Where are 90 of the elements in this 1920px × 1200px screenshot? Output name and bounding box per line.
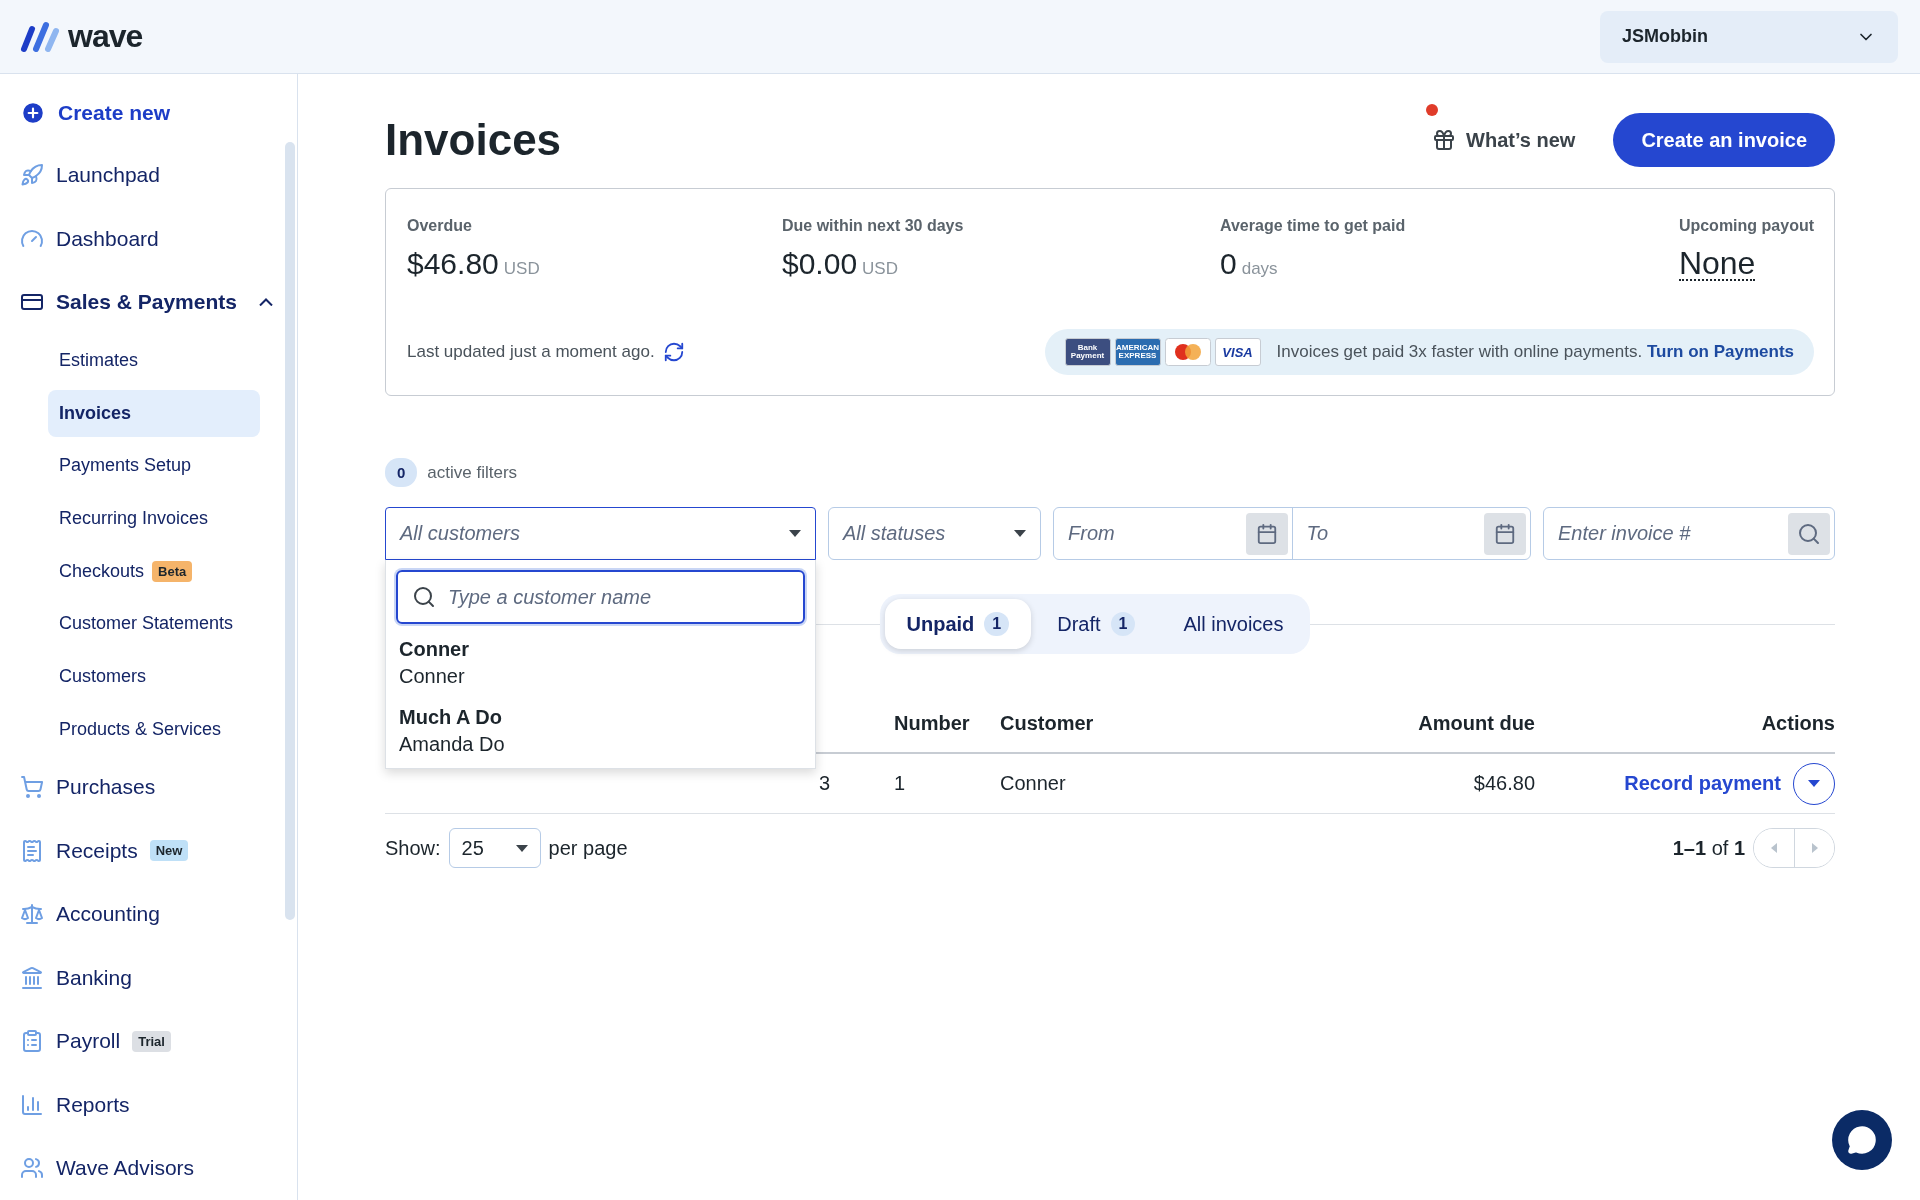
search-icon (412, 585, 436, 609)
nav-icon (20, 1092, 44, 1117)
show-label: Show: (385, 836, 441, 860)
sidebar-item[interactable]: Accounting (20, 882, 297, 946)
status-tab[interactable]: All invoices (1161, 599, 1306, 649)
scrollbar[interactable] (285, 142, 295, 920)
sidebar-subitem[interactable]: Invoices (48, 389, 260, 437)
tab-count: 1 (1110, 612, 1136, 636)
per-page-label: per page (548, 836, 628, 860)
sidebar-item[interactable]: Payroll Trial (20, 1009, 297, 1073)
nav-icon (20, 1029, 44, 1054)
promo-text: Invoices get paid 3x faster with online payments. Turn on Payments (1276, 342, 1794, 362)
stat-value: $46.80 (407, 247, 499, 281)
customer-option[interactable]: Much A Do Amanda Do (396, 692, 805, 760)
gift-icon (1432, 128, 1457, 152)
nav-icon (20, 775, 44, 800)
table-cell-text: $46.80 (1472, 772, 1535, 795)
sidebar-item[interactable]: Banking (20, 945, 297, 1010)
stat-unit: USD (862, 259, 898, 279)
account-menu[interactable]: JSMobbin (1600, 10, 1898, 63)
refresh-icon[interactable] (662, 341, 685, 363)
sidebar-item[interactable]: Launchpad (20, 143, 297, 208)
stat-unit: days (1241, 259, 1278, 279)
stat-label: Average time to get paid (1220, 217, 1407, 235)
nav-badge: New (149, 840, 189, 862)
active-filters-label: active filters (427, 462, 518, 483)
sidebar-item[interactable]: Dashboard (20, 207, 297, 271)
sidebar-subitem[interactable]: Payments Setup (48, 442, 260, 490)
page-title: Invoices (385, 115, 562, 165)
per-page-select[interactable]: 25 (448, 828, 541, 868)
stat-value: $0.00 (782, 247, 858, 281)
column-header: Actions (1760, 711, 1835, 735)
page-range: 1–1 of 1 (1672, 836, 1745, 860)
sidebar-subitem[interactable]: Estimates (48, 337, 260, 384)
status-select[interactable]: All statuses (828, 507, 1041, 560)
nav-icon (20, 902, 44, 927)
sidebar-subitem[interactable]: Customers (48, 653, 260, 700)
column-header: Customer (1000, 711, 1095, 735)
nav-badge: Trial (132, 1030, 171, 1052)
nav-icon (20, 163, 44, 188)
payment-method-badge: Bank Payment (1064, 338, 1111, 366)
payout-value[interactable]: None (1678, 247, 1756, 281)
nav-icon (20, 1156, 44, 1181)
tab-count: 1 (984, 612, 1010, 636)
status-tab[interactable]: Draft 1 (1035, 599, 1158, 649)
table-cell-text: 1 (893, 772, 907, 795)
nav-badge: Beta (152, 560, 193, 582)
sidebar-item[interactable]: Reports (20, 1072, 297, 1137)
sidebar-item[interactable]: Purchases (20, 755, 297, 819)
stat-label: Overdue (407, 217, 473, 235)
nav-icon (20, 838, 44, 863)
sidebar-item[interactable]: Wave Advisors (20, 1136, 297, 1200)
customer-search-field[interactable]: Type a customer name (396, 570, 805, 624)
filter-count: 0 (385, 458, 418, 487)
card-logo-icon (1164, 338, 1211, 366)
caret-icon (789, 530, 801, 537)
search-icon[interactable] (1788, 512, 1830, 555)
caret-icon (1014, 530, 1026, 537)
create-invoice-button[interactable]: Create an invoice (1613, 113, 1835, 167)
stat-label: Due within next 30 days (782, 217, 965, 235)
stat-label: Upcoming payout (1678, 217, 1814, 235)
turn-on-payments-link[interactable]: Turn on Payments (1646, 342, 1794, 361)
sidebar-subitem[interactable]: Recurring Invoices (48, 495, 260, 542)
table-cell-text: Conner (1000, 772, 1067, 795)
sidebar-item[interactable]: Sales & Payments (20, 270, 297, 335)
whats-new-link[interactable]: What’s new (1432, 128, 1576, 152)
table-cell-text: 3 (817, 772, 831, 795)
chat-bubble-icon (1847, 1125, 1877, 1155)
actions-menu-button[interactable] (1793, 762, 1835, 805)
customer-option[interactable]: Conner Conner (396, 624, 805, 692)
chevron-up-icon (258, 298, 273, 307)
record-payment-link[interactable]: Record payment (1624, 772, 1781, 795)
stat-unit: USD (503, 259, 540, 279)
brand-name: wave (68, 18, 143, 55)
sidebar-item[interactable]: Receipts New (20, 818, 297, 883)
column-header: Amount due (1417, 711, 1535, 735)
column-header: Number (893, 711, 971, 735)
sidebar-subitem[interactable]: Customer Statements (48, 600, 260, 648)
stat-value: 0 (1220, 247, 1237, 281)
status-tab[interactable]: Unpaid 1 (884, 599, 1032, 649)
sidebar-subitem[interactable]: Checkouts Beta (48, 547, 260, 595)
payment-method-badge: AMERICAN EXPRESS (1114, 338, 1161, 366)
sidebar-subitem[interactable]: Products & Services (48, 705, 260, 753)
invoice-number-field[interactable]: Enter invoice # (1543, 507, 1835, 560)
wave-logo-icon (20, 20, 60, 53)
last-updated-text: Last updated just a moment ago. (407, 342, 655, 362)
nav-icon (20, 965, 44, 990)
create-new-link[interactable]: Create new (20, 92, 297, 134)
payment-method-badge: VISA (1214, 338, 1261, 366)
chat-button[interactable] (1832, 1110, 1892, 1170)
